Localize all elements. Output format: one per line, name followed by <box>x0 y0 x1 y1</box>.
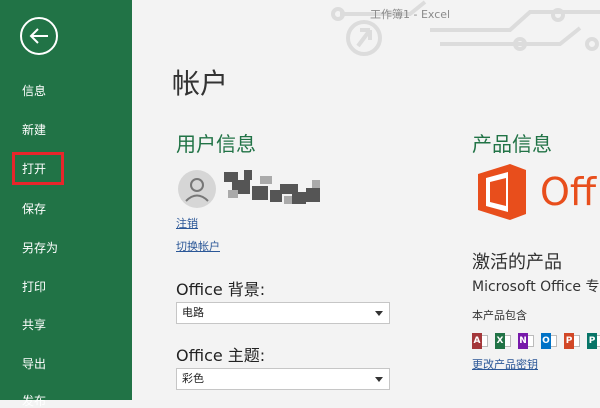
chevron-down-icon <box>375 377 383 382</box>
office-background-value: 电路 <box>182 306 204 319</box>
sidebar-item-save[interactable]: 保存 <box>22 202 46 216</box>
sidebar-item-new[interactable]: 新建 <box>22 123 46 137</box>
office-logo-icon <box>478 164 526 220</box>
sidebar-item-open[interactable]: 打开 <box>22 162 46 176</box>
back-arrow-icon <box>29 28 48 44</box>
sidebar-item-export[interactable]: 导出 <box>22 357 46 371</box>
sidebar-item-info[interactable]: 信息 <box>22 84 46 98</box>
person-icon <box>185 178 209 202</box>
product-includes-label: 本产品包含 <box>472 309 527 322</box>
chevron-down-icon <box>375 311 383 316</box>
onenote-icon: N <box>518 333 534 349</box>
office-theme-value: 彩色 <box>182 372 204 385</box>
back-button[interactable] <box>20 17 58 55</box>
avatar <box>178 170 216 208</box>
office-background-label: Office 背景: <box>176 280 266 299</box>
activated-product-label: 激活的产品 <box>472 252 562 273</box>
sidebar-item-share[interactable]: 共享 <box>22 318 46 332</box>
product-info-heading: 产品信息 <box>472 132 552 156</box>
page-title: 帐户 <box>172 67 229 100</box>
sidebar-item-print[interactable]: 打印 <box>22 280 46 294</box>
change-product-key-link[interactable]: 更改产品密钥 <box>472 356 538 372</box>
powerpoint-icon: P <box>564 333 580 349</box>
backstage-sidebar: 信息 新建 打开 保存 另存为 打印 共享 导出 发布 <box>0 0 132 408</box>
excel-icon: X <box>495 333 511 349</box>
included-apps: AXNOPP <box>472 333 600 349</box>
office-theme-select[interactable]: 彩色 <box>176 368 390 390</box>
user-info-heading: 用户信息 <box>176 132 256 156</box>
office-theme-label: Office 主题: <box>176 346 266 365</box>
product-name: Microsoft Office 专 <box>472 279 600 295</box>
access-icon: A <box>472 333 488 349</box>
outlook-icon: O <box>541 333 557 349</box>
sign-out-link[interactable]: 注销 <box>176 215 198 231</box>
office-logo-text: Off <box>540 170 597 214</box>
user-name-redacted <box>224 170 320 204</box>
office-background-select[interactable]: 电路 <box>176 302 390 324</box>
sidebar-item-save-as[interactable]: 另存为 <box>22 241 58 255</box>
window-title: 工作簿1 - Excel <box>370 8 451 21</box>
publisher-icon: P <box>587 333 600 349</box>
switch-account-link[interactable]: 切换帐户 <box>176 238 220 254</box>
sidebar-item-publish[interactable]: 发布 <box>22 394 46 408</box>
